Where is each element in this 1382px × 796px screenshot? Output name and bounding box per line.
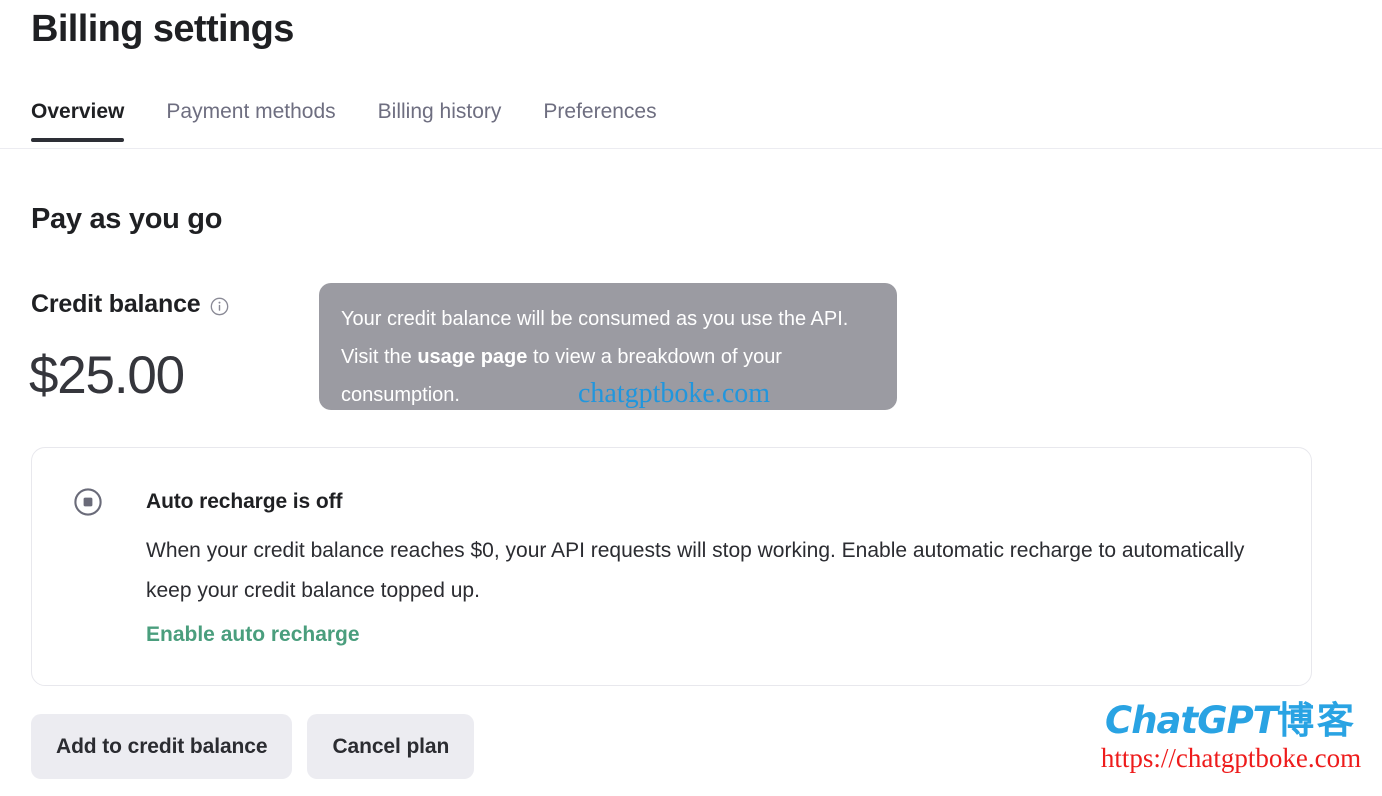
- cancel-plan-button[interactable]: Cancel plan: [307, 714, 475, 779]
- tab-divider: [0, 148, 1382, 149]
- tooltip-usage-page-link[interactable]: usage page: [417, 346, 527, 368]
- auto-recharge-heading: Auto recharge is off: [146, 490, 343, 513]
- section-title-pay-as-you-go: Pay as you go: [31, 203, 223, 235]
- watermark-logo: ChatGPT博客 https://chatgptboke.com: [1086, 702, 1376, 772]
- watermark-logo-cn-text: 博客: [1276, 699, 1357, 742]
- stop-circle-icon: [73, 487, 103, 517]
- tab-overview[interactable]: Overview: [31, 100, 125, 142]
- add-to-credit-balance-button[interactable]: Add to credit balance: [31, 714, 293, 779]
- watermark-logo-brand-text: ChatGPT: [1105, 699, 1278, 742]
- info-icon[interactable]: [210, 297, 229, 316]
- credit-balance-amount: $25.00: [29, 346, 185, 405]
- tab-billing-history-label: Billing history: [377, 100, 502, 123]
- watermark-logo-url: https://chatgptboke.com: [1100, 743, 1362, 773]
- credit-balance-tooltip: Your credit balance will be consumed as …: [319, 283, 897, 410]
- tab-preferences[interactable]: Preferences: [543, 101, 678, 142]
- tab-bar: Overview Payment methods Billing history…: [31, 82, 699, 142]
- enable-auto-recharge-link[interactable]: Enable auto recharge: [146, 623, 360, 647]
- action-button-row: Add to credit balance Cancel plan: [31, 714, 475, 779]
- auto-recharge-body: Auto recharge is off When your credit ba…: [146, 491, 1281, 647]
- page-title: Billing settings: [31, 8, 294, 50]
- tab-payment-methods[interactable]: Payment methods: [166, 101, 357, 142]
- auto-recharge-description: When your credit balance reaches $0, you…: [146, 539, 1245, 602]
- tab-payment-methods-label: Payment methods: [166, 100, 336, 123]
- auto-recharge-card: Auto recharge is off When your credit ba…: [31, 447, 1312, 686]
- credit-balance-label-row: Credit balance: [31, 290, 229, 319]
- tab-billing-history[interactable]: Billing history: [378, 101, 524, 142]
- tab-preferences-label: Preferences: [543, 100, 657, 123]
- watermark-logo-brand: ChatGPT博客: [1086, 702, 1376, 739]
- credit-balance-label: Credit balance: [31, 290, 201, 318]
- tab-overview-label: Overview: [31, 100, 125, 123]
- billing-settings-page: Billing settings Overview Payment method…: [0, 0, 1382, 796]
